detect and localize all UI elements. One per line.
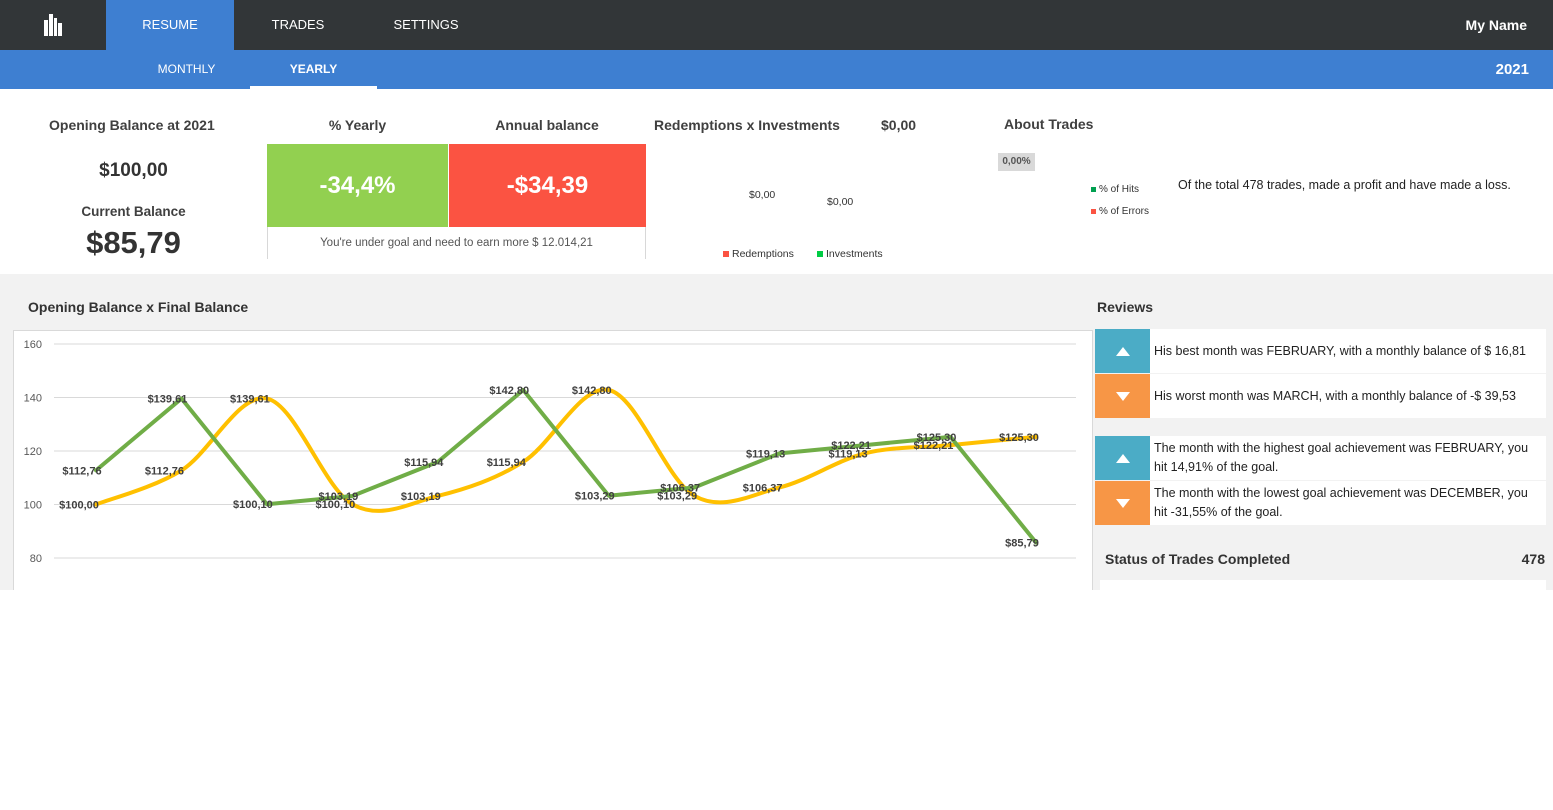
opening-balance-value: $100,00 <box>99 160 168 181</box>
data-label: $103,29 <box>657 491 697 503</box>
redemptions-investments-total: $0,00 <box>881 117 917 133</box>
annual-balance-box: -$34,39 <box>449 144 646 227</box>
legend-errors: % of Errors <box>1091 206 1149 217</box>
balance-line-chart: 160 140 120 100 80 $112,76 $139,61 $100,10 $103,… <box>24 339 1076 565</box>
review-text: His worst month was MARCH, with a monthl… <box>1154 388 1516 403</box>
user-name[interactable]: My Name <box>1466 0 1527 50</box>
data-label: $119,13 <box>746 448 785 460</box>
triangle-down-icon <box>1115 498 1130 508</box>
data-label: $112,76 <box>62 465 101 477</box>
reviews-title: Reviews <box>1097 299 1154 315</box>
data-label: $119,13 <box>829 448 868 460</box>
review-text: His best month was FEBRUARY, with a mont… <box>1154 343 1526 358</box>
y-tick-label: 100 <box>24 500 42 512</box>
redemptions-value: $0,00 <box>749 189 776 201</box>
data-label: $100,00 <box>59 500 99 512</box>
triangle-down-icon <box>1115 391 1130 401</box>
tab-trades[interactable]: TRADES <box>234 0 362 50</box>
redemptions-legend-marker <box>723 251 729 258</box>
status-title: Status of Trades Completed <box>1105 551 1291 567</box>
legend-investments-text: Investments <box>826 248 883 260</box>
data-label: $112,76 <box>145 465 184 477</box>
chart-title: Opening Balance x Final Balance <box>28 299 249 315</box>
y-tick-label: 140 <box>24 393 42 405</box>
pct-yearly-box: -34,4% <box>267 144 448 227</box>
data-label: $103,19 <box>401 491 441 503</box>
review-down-arrow <box>1095 374 1150 418</box>
triangle-up-icon <box>1115 453 1130 463</box>
goal-note: You're under goal and need to earn more … <box>267 227 646 259</box>
bar-chart-icon[interactable] <box>0 0 106 50</box>
review-highest-goal: The month with the highest goal achievem… <box>1095 436 1546 480</box>
review-up-arrow <box>1095 329 1150 373</box>
tab-monthly[interactable]: MONTHLY <box>123 50 250 89</box>
review-down-arrow <box>1095 481 1150 525</box>
review-lowest-goal: The month with the lowest goal achieveme… <box>1095 481 1546 525</box>
sub-navigation-bar: MONTHLY YEARLY 2021 <box>0 50 1553 89</box>
review-text: The month with the highest goal achievem… <box>1154 441 1529 474</box>
data-label: $103,29 <box>575 491 615 503</box>
y-tick-label: 80 <box>30 553 42 565</box>
triangle-up-icon <box>1115 346 1130 356</box>
legend-hits-text: % of Hits <box>1099 184 1140 195</box>
review-text: The month with the lowest goal achieveme… <box>1154 486 1528 519</box>
review-up-arrow <box>1095 436 1150 480</box>
redemptions-investments-label: Redemptions x Investments <box>654 117 840 133</box>
legend-investments: Investments <box>817 248 883 260</box>
data-label: $142,80 <box>572 385 612 397</box>
y-tick-label: 160 <box>24 339 42 351</box>
year-display: 2021 <box>1495 61 1529 78</box>
review-worst-month: His worst month was MARCH, with a monthl… <box>1095 374 1546 418</box>
investments-legend-marker <box>817 251 823 258</box>
data-label: $106,37 <box>743 482 783 494</box>
hits-legend-marker <box>1091 186 1096 192</box>
about-trades-label: About Trades <box>1004 116 1094 132</box>
data-label: $139,61 <box>148 394 188 406</box>
investments-value: $0,00 <box>827 196 854 208</box>
data-label: $115,94 <box>487 457 527 469</box>
tab-yearly[interactable]: YEARLY <box>250 50 377 89</box>
review-best-month: His best month was FEBRUARY, with a mont… <box>1095 329 1546 373</box>
status-panel <box>1100 580 1546 590</box>
data-label: $115,94 <box>404 457 444 469</box>
tab-resume[interactable]: RESUME <box>106 0 234 50</box>
series-line-2 <box>94 387 1038 513</box>
data-label: $139,61 <box>230 394 270 406</box>
data-label: $85,79 <box>1005 538 1039 550</box>
data-label: $100,10 <box>315 499 355 511</box>
about-trades-pct: 0,00% <box>998 153 1035 171</box>
current-balance-value: $85,79 <box>86 225 181 260</box>
balance-chart: 160 140 120 100 80 $112,76 $139,61 $100,10 $103,… <box>13 330 1093 590</box>
top-navigation-bar: RESUME TRADES SETTINGS My Name <box>0 0 1553 50</box>
current-balance-label: Current Balance <box>81 204 186 219</box>
about-trades-text: Of the total 478 trades, made a profit a… <box>1178 178 1511 192</box>
pct-yearly-label: % Yearly <box>328 117 387 133</box>
legend-redemptions: Redemptions <box>723 248 794 260</box>
errors-legend-marker <box>1091 208 1096 214</box>
annual-balance-label: Annual balance <box>495 117 599 133</box>
data-label: $142,80 <box>489 385 529 397</box>
tab-settings[interactable]: SETTINGS <box>362 0 490 50</box>
lower-section: Opening Balance x Final Balance 160 140 12… <box>0 274 1553 590</box>
data-label: $122,21 <box>914 440 954 452</box>
legend-errors-text: % of Errors <box>1099 206 1150 217</box>
status-count: 478 <box>1521 551 1545 567</box>
summary-section: Opening Balance at 2021 $100,00 Current … <box>0 89 1553 274</box>
y-tick-label: 120 <box>24 446 42 458</box>
data-label: $100,10 <box>233 499 273 511</box>
legend-hits: % of Hits <box>1091 184 1139 195</box>
opening-balance-label: Opening Balance at 2021 <box>49 117 215 133</box>
data-label: $125,30 <box>999 432 1039 444</box>
legend-redemptions-text: Redemptions <box>732 248 794 260</box>
